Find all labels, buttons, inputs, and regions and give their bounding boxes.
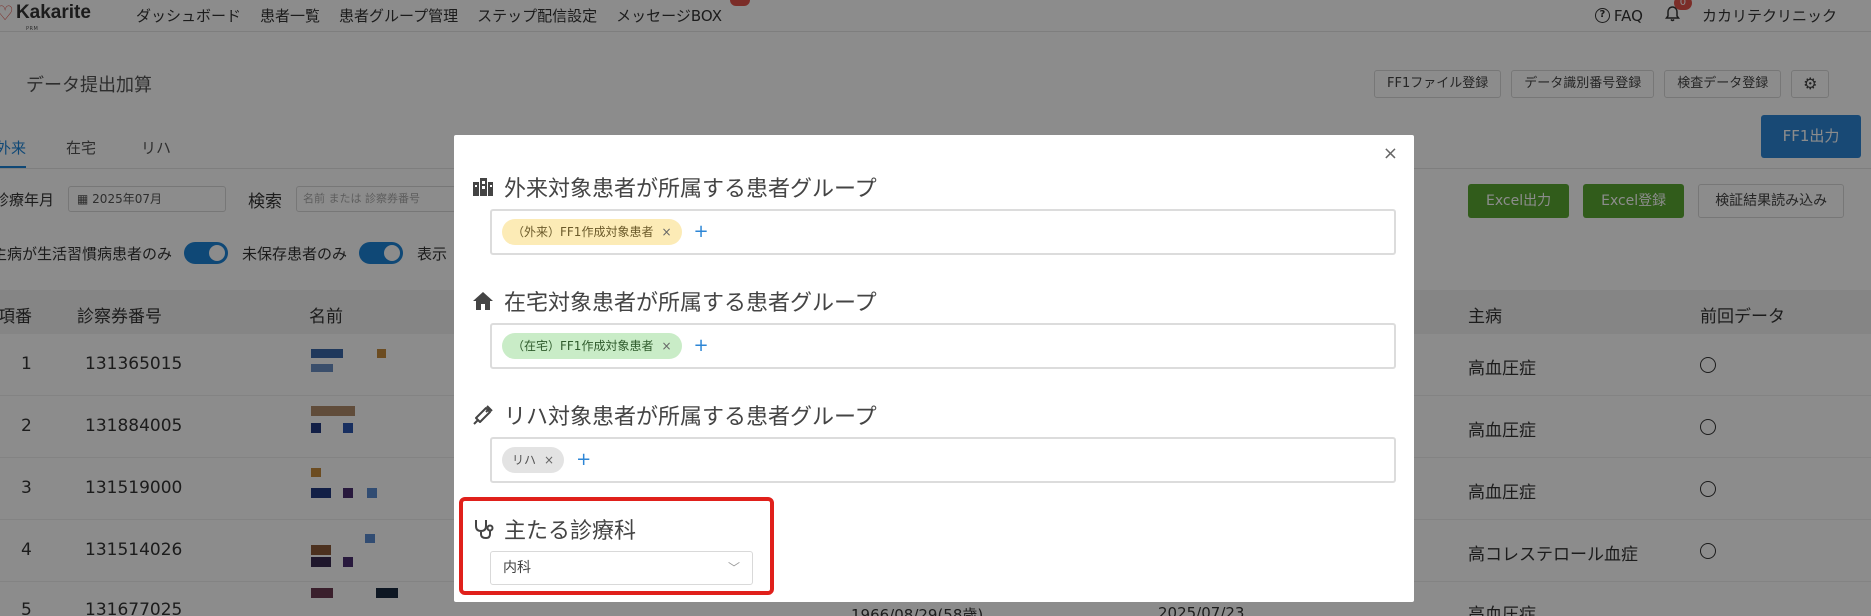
tag-remove-icon[interactable]: × xyxy=(544,447,554,473)
add-group-icon[interactable]: + xyxy=(576,451,591,469)
syringe-icon xyxy=(473,405,493,425)
home-section-heading: 在宅対象患者が所属する患者グループ xyxy=(472,285,877,317)
outpatient-section-heading: 外来対象患者が所属する患者グループ xyxy=(472,171,877,203)
home-heading-text: 在宅対象患者が所属する患者グループ xyxy=(504,291,877,316)
home-group-tag: （在宅）FF1作成対象患者 × xyxy=(502,333,682,359)
close-icon[interactable]: × xyxy=(1383,145,1398,163)
tag-label: （在宅）FF1作成対象患者 xyxy=(512,339,654,353)
tag-remove-icon[interactable]: × xyxy=(661,333,671,359)
tag-label: リハ xyxy=(512,453,537,467)
add-group-icon[interactable]: + xyxy=(694,223,709,241)
hospital-building-icon xyxy=(473,178,493,196)
rehab-heading-text: リハ対象患者が所属する患者グループ xyxy=(504,405,877,430)
home-icon xyxy=(473,292,493,310)
annotation-highlight-box xyxy=(459,497,774,595)
outpatient-group-tag: （外来）FF1作成対象患者 × xyxy=(502,219,682,245)
rehab-group-tag: リハ × xyxy=(502,447,565,473)
outpatient-group-field[interactable]: （外来）FF1作成対象患者 × + xyxy=(490,209,1396,255)
tag-label: （外来）FF1作成対象患者 xyxy=(512,225,654,239)
outpatient-heading-text: 外来対象患者が所属する患者グループ xyxy=(504,177,877,202)
add-group-icon[interactable]: + xyxy=(694,337,709,355)
rehab-group-field[interactable]: リハ × + xyxy=(490,437,1396,483)
rehab-section-heading: リハ対象患者が所属する患者グループ xyxy=(472,399,877,431)
tag-remove-icon[interactable]: × xyxy=(661,219,671,245)
home-group-field[interactable]: （在宅）FF1作成対象患者 × + xyxy=(490,323,1396,369)
